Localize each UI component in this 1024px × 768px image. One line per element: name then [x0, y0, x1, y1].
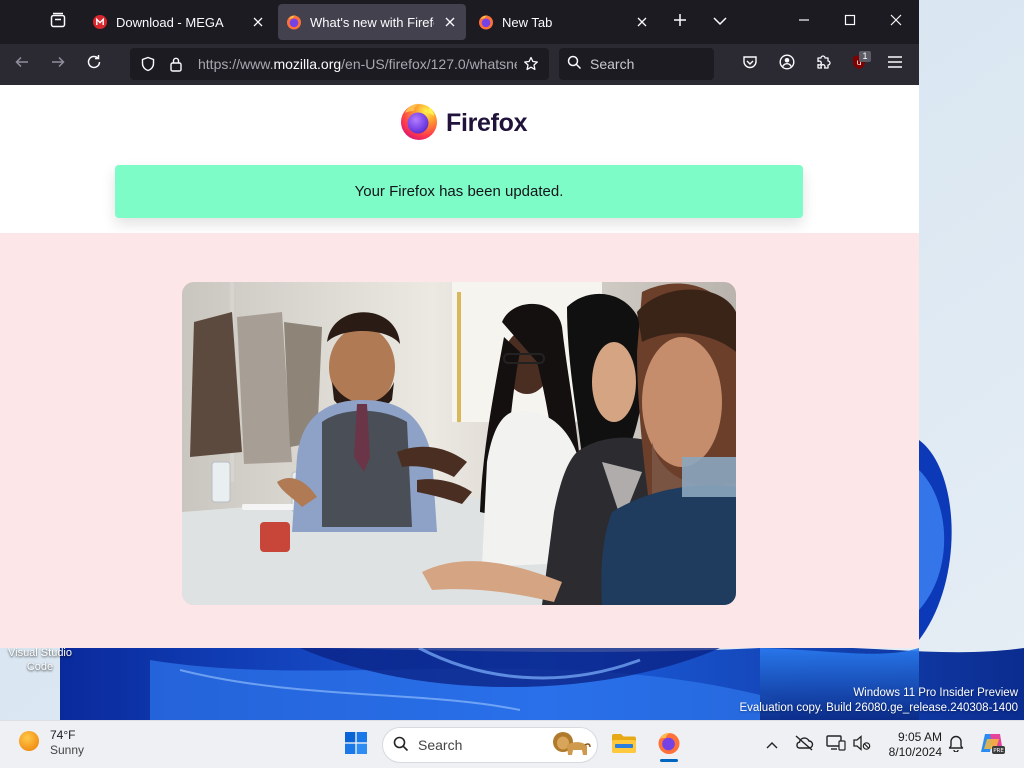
search-icon: [567, 55, 582, 73]
watermark-line-1: Windows 11 Pro Insider Preview: [853, 687, 1018, 699]
search-placeholder: Search: [590, 56, 635, 72]
tab-mega[interactable]: Download - MEGA: [84, 4, 274, 40]
new-tab-button[interactable]: [662, 4, 698, 40]
lock-icon[interactable]: [164, 52, 188, 76]
folder-icon: [611, 732, 637, 759]
ublock-origin-button[interactable]: u 1: [843, 48, 875, 80]
speaker-muted-icon: [853, 734, 871, 756]
mega-icon: [92, 14, 108, 30]
show-hidden-icons-button[interactable]: [760, 733, 784, 757]
navigation-toolbar: https://www.mozilla.org/en-US/firefox/12…: [0, 44, 919, 85]
maximize-icon: [844, 13, 856, 31]
clock-date: 8/10/2024: [888, 745, 942, 759]
update-notice: Your Firefox has been updated.: [115, 165, 803, 218]
pocket-button[interactable]: [734, 48, 766, 80]
page-content: Firefox Your Firefox has been updated.: [0, 85, 919, 648]
list-all-tabs-button[interactable]: [702, 4, 738, 40]
system-clock[interactable]: 9:05 AM 8/10/2024: [878, 730, 942, 760]
chevron-up-icon: [766, 736, 778, 754]
watermark-line-2: Evaluation copy. Build 26080.ge_release.…: [739, 702, 1018, 714]
start-button[interactable]: [336, 725, 376, 765]
running-app-indicator: [660, 759, 678, 762]
cloud-offline-icon: [794, 734, 814, 756]
windows-logo-icon: [345, 731, 367, 759]
tab-strip: Download - MEGA What's new with Firefox …: [0, 0, 919, 44]
close-window-button[interactable]: [873, 0, 919, 44]
firefox-icon: [657, 731, 681, 760]
tab-title: Download - MEGA: [116, 14, 224, 30]
back-button[interactable]: [6, 48, 38, 80]
weather-condition: Sunny: [50, 743, 85, 757]
forward-button[interactable]: [42, 48, 74, 80]
arrow-right-icon: [50, 54, 66, 75]
url-text[interactable]: https://www.mozilla.org/en-US/firefox/12…: [198, 56, 517, 72]
firefox-icon: [286, 14, 302, 30]
firefox-brand[interactable]: Firefox: [399, 101, 528, 146]
url-host: mozilla.org: [273, 56, 342, 72]
pocket-icon: [742, 54, 758, 75]
hamburger-menu-icon: [887, 55, 903, 74]
copilot-icon: PRE: [979, 731, 1005, 760]
svg-text:PRE: PRE: [993, 748, 1004, 754]
url-path: /en-US/firefox/127.0/whatsnew/: [341, 56, 517, 72]
maximize-button[interactable]: [827, 0, 873, 44]
firefox-window: Download - MEGA What's new with Firefox …: [0, 0, 919, 648]
volume-tray-button[interactable]: [850, 733, 874, 757]
weather-widget[interactable]: 74°F Sunny: [18, 728, 84, 758]
windows-watermark: Windows 11 Pro Insider Preview Evaluatio…: [739, 686, 1018, 716]
copilot-button[interactable]: PRE: [978, 733, 1006, 757]
tab-title: New Tab: [502, 14, 553, 30]
notifications-button[interactable]: [944, 733, 968, 757]
firefox-logo-icon: [399, 101, 439, 146]
weather-temp: 74°F: [50, 728, 76, 742]
people-meeting-photo: [182, 282, 736, 605]
plus-icon: [673, 13, 687, 32]
taskbar-search[interactable]: Search: [382, 727, 598, 763]
minimize-icon: [798, 13, 810, 31]
search-icon: [393, 736, 409, 755]
search-highlight-lion-icon: [549, 731, 591, 760]
url-prefix: https://www.: [198, 56, 274, 72]
firefox-icon: [478, 14, 494, 30]
app-menu-button[interactable]: [879, 48, 911, 80]
onedrive-tray-button[interactable]: [792, 733, 816, 757]
firefox-view-button[interactable]: [40, 4, 76, 40]
monitor-network-icon: [826, 734, 846, 757]
network-tray-button[interactable]: [824, 733, 848, 757]
windows-taskbar: 74°F Sunny Search 9:05 AM 8/10/2024 PRE: [0, 720, 1024, 768]
close-tab-icon[interactable]: [634, 14, 650, 30]
address-bar[interactable]: https://www.mozilla.org/en-US/firefox/12…: [130, 48, 549, 80]
account-icon: [779, 53, 795, 75]
weather-text: 74°F Sunny: [50, 728, 84, 758]
tab-title: What's new with Firefox: [310, 14, 434, 30]
close-tab-icon[interactable]: [250, 14, 266, 30]
close-tab-icon[interactable]: [442, 14, 458, 30]
firefox-view-icon: [50, 12, 66, 33]
sun-icon: [18, 730, 40, 757]
minimize-button[interactable]: [781, 0, 827, 44]
clock-time: 9:05 AM: [897, 730, 942, 744]
taskbar-search-placeholder: Search: [418, 737, 463, 753]
update-notice-text: Your Firefox has been updated.: [354, 183, 564, 200]
puzzle-icon: [815, 54, 831, 75]
arrow-left-icon: [14, 54, 30, 75]
bookmark-star-icon[interactable]: [517, 50, 545, 78]
reload-icon: [86, 54, 102, 75]
account-button[interactable]: [771, 48, 803, 80]
hero-section: [0, 233, 919, 648]
file-explorer-button[interactable]: [604, 725, 644, 765]
tracking-protection-shield-icon[interactable]: [136, 52, 160, 76]
extensions-button[interactable]: [807, 48, 839, 80]
tab-whats-new[interactable]: What's new with Firefox: [278, 4, 466, 40]
close-icon: [890, 13, 902, 31]
ublock-badge: 1: [859, 51, 871, 62]
firefox-wordmark: Firefox: [446, 109, 528, 137]
chevron-down-icon: [713, 13, 727, 31]
tab-new-tab[interactable]: New Tab: [470, 4, 658, 40]
search-bar[interactable]: Search: [559, 48, 714, 80]
reload-button[interactable]: [78, 48, 110, 80]
desktop-icon-label[interactable]: Visual Studio Code: [2, 646, 78, 674]
bell-icon: [948, 734, 964, 757]
